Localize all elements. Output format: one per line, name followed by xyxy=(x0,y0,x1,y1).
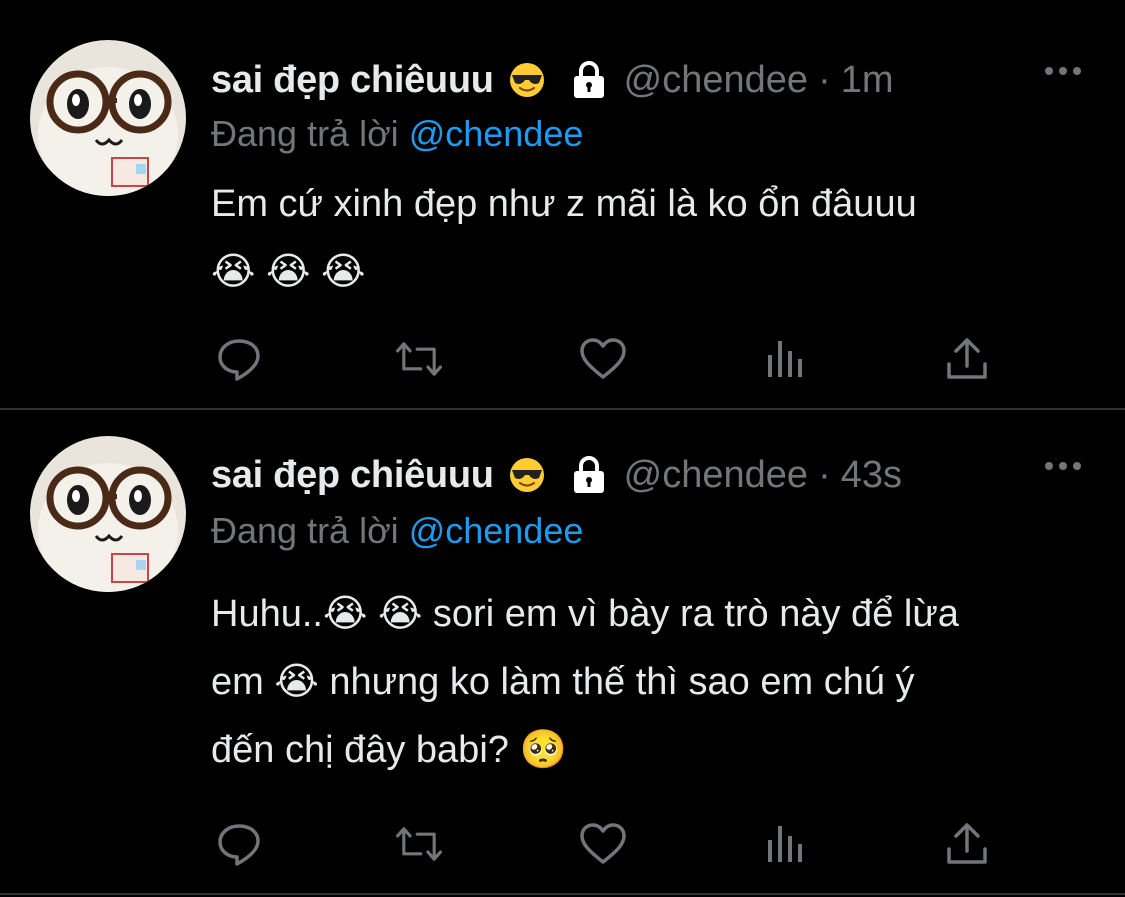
like-button[interactable] xyxy=(578,819,628,869)
smiling-face-with-sunglasses-emoji xyxy=(508,61,546,99)
retweet-button[interactable] xyxy=(394,334,444,384)
reply-button[interactable] xyxy=(214,819,264,869)
views-icon xyxy=(768,826,802,862)
tweet-header: sai đẹp chiêuuu @chendee · 43s xyxy=(211,450,1085,500)
tweet-text: Em cứ xinh đẹp như z mãi là ko ổn đâuuu … xyxy=(211,170,1091,306)
retweet-icon xyxy=(396,827,442,861)
replying-prefix: Đang trả lời xyxy=(211,113,399,154)
loudly-crying-face-emoji: 😭 xyxy=(274,661,319,703)
like-button[interactable] xyxy=(578,334,628,384)
text-run: đến chị đây babi? xyxy=(211,729,509,771)
tweet-text-line: 😭 😭 😭 xyxy=(211,238,1091,306)
pleading-face-emoji: 🥺 xyxy=(519,729,567,771)
share-icon xyxy=(947,823,987,864)
reply-mention-link[interactable]: @chendee xyxy=(409,510,584,551)
retweet-icon xyxy=(396,342,442,376)
like-icon xyxy=(580,823,626,864)
lock-icon xyxy=(568,59,610,101)
loudly-crying-face-emoji: 😭 xyxy=(265,251,311,293)
text-run: nhưng ko làm thế thì sao em chú ý xyxy=(329,661,915,703)
avatar[interactable] xyxy=(30,40,186,196)
views-button[interactable] xyxy=(760,819,810,869)
share-button[interactable] xyxy=(942,334,992,384)
separator-dot: · xyxy=(818,58,831,101)
display-name[interactable]: sai đẹp chiêuuu xyxy=(211,454,494,497)
views-button[interactable] xyxy=(760,334,810,384)
reply-button[interactable] xyxy=(214,334,264,384)
replying-prefix: Đang trả lời xyxy=(211,510,399,551)
share-button[interactable] xyxy=(942,819,992,869)
avatar[interactable] xyxy=(30,436,186,592)
views-icon xyxy=(768,341,802,377)
reply-icon xyxy=(218,339,260,381)
tweet-header: sai đẹp chiêuuu @chendee · 1m xyxy=(211,55,1085,105)
replying-to: Đang trả lời @chendee xyxy=(211,113,583,155)
tweet-timestamp[interactable]: 1m xyxy=(841,59,894,102)
smiling-face-with-sunglasses-emoji xyxy=(508,456,546,494)
tweet-timestamp[interactable]: 43s xyxy=(841,454,902,497)
user-handle[interactable]: @chendee xyxy=(624,454,808,497)
retweet-button[interactable] xyxy=(394,819,444,869)
tweet-text-line: em 😭 nhưng ko làm thế thì sao em chú ý xyxy=(211,648,1091,716)
tweet-text-line: Em cứ xinh đẹp như z mãi là ko ổn đâuuu xyxy=(211,170,1091,238)
tweet-item[interactable]: sai đẹp chiêuuu @chendee · 43s Đang trả … xyxy=(0,410,1125,895)
like-icon xyxy=(580,338,626,379)
text-run: sori em vì bày ra trò này để lừa xyxy=(432,593,959,635)
more-options-icon[interactable] xyxy=(1041,456,1085,476)
display-name[interactable]: sai đẹp chiêuuu xyxy=(211,59,494,102)
tweet-text-line: Huhu..😭 😭 sori em vì bày ra trò này để l… xyxy=(211,580,1091,648)
user-handle[interactable]: @chendee xyxy=(624,59,808,102)
loudly-crying-face-emoji: 😭 xyxy=(211,251,256,293)
share-icon xyxy=(947,338,987,379)
text-run: Em cứ xinh đẹp như z mãi là ko ổn đâuuu xyxy=(211,183,917,225)
tweet-text-line: đến chị đây babi? 🥺 xyxy=(211,716,1091,784)
text-run: em xyxy=(211,661,264,703)
tweet-actions xyxy=(210,819,1000,869)
replying-to: Đang trả lời @chendee xyxy=(211,510,583,552)
more-options-icon[interactable] xyxy=(1041,61,1085,81)
loudly-crying-face-emoji: 😭 xyxy=(377,593,423,635)
tweet-actions xyxy=(210,334,1000,384)
tweet-text: Huhu..😭 😭 sori em vì bày ra trò này để l… xyxy=(211,580,1091,784)
tweet-item[interactable]: sai đẹp chiêuuu @chendee · 1m Đang trả l… xyxy=(0,0,1125,410)
loudly-crying-face-emoji: 😭 xyxy=(320,251,366,293)
separator-dot: · xyxy=(818,453,831,496)
text-run: Huhu.. xyxy=(211,593,323,635)
lock-icon xyxy=(568,454,610,496)
reply-mention-link[interactable]: @chendee xyxy=(409,113,584,154)
loudly-crying-face-emoji: 😭 xyxy=(322,593,368,635)
reply-icon xyxy=(218,824,260,866)
